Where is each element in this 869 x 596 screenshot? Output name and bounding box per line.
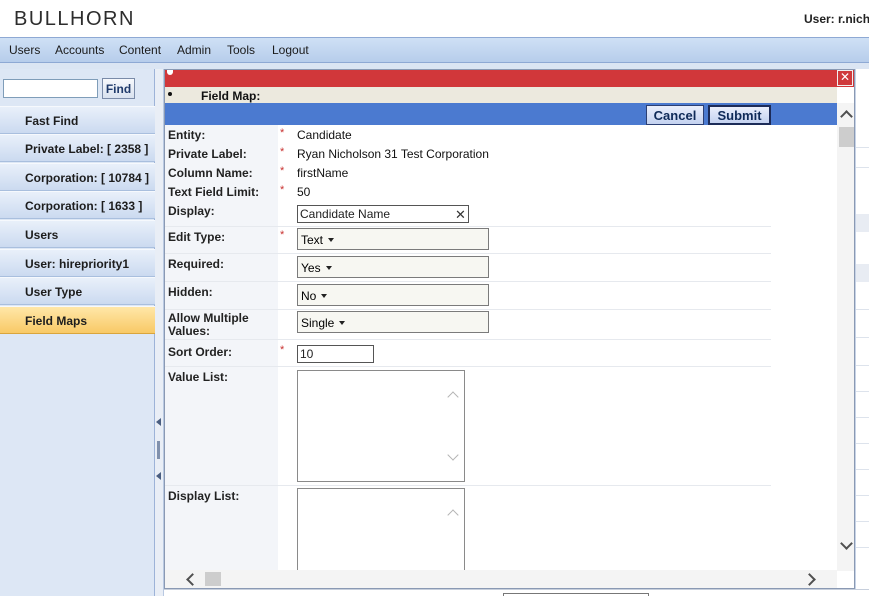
find-button[interactable]: Find — [102, 78, 135, 99]
sidebar-item-private-label[interactable]: Private Label: [ 2358 ] — [0, 134, 155, 162]
private-label-required-marker: * — [280, 146, 285, 158]
text-field-limit-required-marker: * — [280, 184, 285, 196]
clear-icon[interactable]: ✕ — [455, 207, 466, 223]
value-list-label: Value List: — [168, 370, 229, 384]
column-name-label: Column Name: — [168, 166, 253, 180]
allow-multiple-values-label: Allow Multiple Values: — [168, 311, 249, 338]
sort-order-label: Sort Order: — [168, 345, 233, 359]
dialog-horizontal-scrollbar[interactable] — [165, 570, 837, 588]
text-field-limit-label: Text Field Limit: — [168, 185, 260, 199]
sidebar-item-corporation-1633[interactable]: Corporation: [ 1633 ] — [0, 191, 155, 219]
main-menu-bar: Users Accounts Content Admin Tools Logou… — [0, 37, 869, 63]
edit-type-required-marker: * — [280, 229, 285, 241]
background-content-edge — [855, 69, 869, 596]
value-list-box[interactable] — [297, 370, 465, 482]
background-footer — [164, 589, 869, 596]
field-map-header: Field Map: — [165, 87, 837, 103]
menu-item-admin[interactable]: Admin — [177, 43, 211, 57]
menu-item-accounts[interactable]: Accounts — [55, 43, 104, 57]
app-header: BULLHORN User: r.nicholson — [0, 0, 869, 37]
scroll-down-icon[interactable] — [447, 449, 459, 461]
scroll-up-icon[interactable] — [447, 509, 459, 521]
hidden-select[interactable]: No — [297, 284, 489, 306]
panel-splitter[interactable] — [155, 69, 164, 596]
entity-value: Candidate — [297, 128, 352, 142]
bullet-icon — [168, 92, 172, 96]
sort-order-required-marker: * — [280, 344, 285, 356]
sidebar: Find Fast Find Private Label: [ 2358 ] C… — [0, 69, 155, 596]
entity-label: Entity: — [168, 128, 206, 142]
sidebar-item-field-maps[interactable]: Field Maps — [0, 306, 155, 334]
sidebar-item-fast-find[interactable]: Fast Find — [0, 106, 155, 134]
vertical-scroll-thumb[interactable] — [839, 127, 854, 147]
private-label-value: Ryan Nicholson 31 Test Corporation — [297, 147, 489, 161]
collapse-left-icon — [156, 418, 161, 426]
edit-type-select[interactable]: Text — [297, 228, 489, 250]
text-field-limit-value: 50 — [297, 185, 311, 199]
edit-type-label: Edit Type: — [168, 230, 226, 244]
allow-multiple-selected: Single — [301, 316, 335, 330]
hidden-label: Hidden: — [168, 285, 213, 299]
dropdown-caret-icon — [328, 238, 335, 242]
menu-item-users[interactable]: Users — [9, 43, 40, 57]
app-window: BULLHORN User: r.nicholson Users Account… — [0, 0, 869, 596]
private-label-label: Private Label: — [168, 147, 247, 161]
menu-item-content[interactable]: Content — [119, 43, 161, 57]
splitter-collapse-handle[interactable] — [155, 416, 163, 484]
display-list-label: Display List: — [168, 489, 240, 503]
display-input[interactable] — [297, 205, 469, 223]
required-selected: Yes — [301, 261, 321, 275]
sort-order-input[interactable] — [297, 345, 374, 363]
dialog-titlebar — [165, 70, 854, 87]
sidebar-item-user-type[interactable]: User Type — [0, 277, 155, 305]
dialog-vertical-scrollbar[interactable] — [837, 103, 854, 571]
splitter-grip-icon — [157, 441, 160, 459]
entity-required-marker: * — [280, 127, 285, 139]
display-list-box[interactable] — [297, 488, 465, 578]
sidebar-item-corporation-10784[interactable]: Corporation: [ 10784 ] — [0, 163, 155, 191]
sidebar-item-users[interactable]: Users — [0, 220, 155, 248]
menu-item-tools[interactable]: Tools — [227, 43, 255, 57]
submit-button[interactable]: Submit — [708, 105, 771, 125]
hidden-selected: No — [301, 289, 317, 303]
current-user-label: User: r.nicholson — [804, 12, 869, 26]
field-map-title: Field Map: — [201, 89, 261, 103]
scroll-up-icon[interactable] — [447, 391, 459, 403]
menu-item-logout[interactable]: Logout — [272, 43, 309, 57]
allow-multiple-values-select[interactable]: Single — [297, 311, 489, 333]
horizontal-scroll-thumb[interactable] — [205, 572, 221, 586]
display-label: Display: — [168, 204, 215, 218]
close-icon[interactable]: ✕ — [837, 70, 853, 86]
sidebar-item-user-hirepriority1[interactable]: User: hirepriority1 — [0, 249, 155, 277]
column-name-required-marker: * — [280, 165, 285, 177]
dropdown-caret-icon — [321, 294, 328, 298]
bullhorn-logo: BULLHORN — [14, 8, 135, 30]
required-label: Required: — [168, 257, 225, 271]
dialog-title-icon — [167, 70, 173, 75]
column-name-value: firstName — [297, 166, 349, 180]
collapse-left-icon-bottom — [156, 472, 161, 480]
dropdown-caret-icon — [325, 266, 332, 270]
dropdown-caret-icon — [339, 321, 346, 325]
quick-search-input[interactable] — [3, 79, 98, 98]
required-select[interactable]: Yes — [297, 256, 489, 278]
field-map-dialog: ✕ Field Map: Cancel Submit Entity: * Can… — [164, 69, 855, 589]
edit-type-selected: Text — [301, 233, 324, 247]
cancel-button[interactable]: Cancel — [646, 105, 704, 125]
